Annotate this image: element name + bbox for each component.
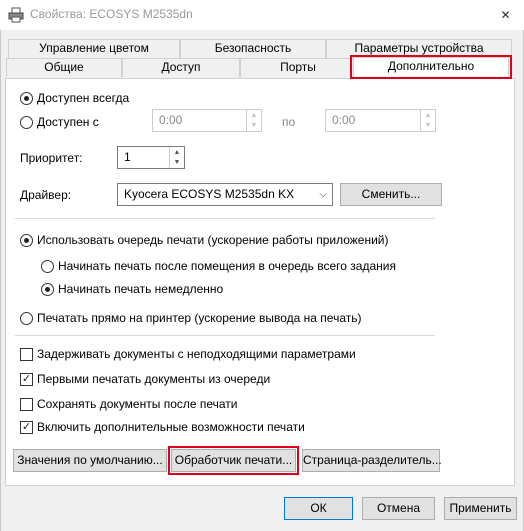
print-spooled-first-label: Первыми печатать документы из очереди: [37, 372, 271, 386]
use-queue-radio[interactable]: [20, 234, 33, 247]
tab-label: Доступ: [161, 60, 201, 74]
ok-button[interactable]: ОК: [284, 497, 353, 520]
start-immediately-radio[interactable]: [41, 283, 54, 296]
available-always-radio[interactable]: [20, 92, 33, 105]
to-time-spinner[interactable]: ▲ ▼: [420, 110, 435, 131]
tab-general[interactable]: Общие: [6, 58, 122, 77]
hold-mismatched-checkbox[interactable]: [20, 348, 33, 361]
available-to-label: по: [282, 115, 296, 129]
printer-icon: [8, 7, 24, 23]
tab-label: Параметры устройства: [354, 41, 484, 55]
keep-printed-checkbox[interactable]: [20, 398, 33, 411]
separator-page-label: Страница-разделитель...: [303, 453, 442, 467]
keep-printed-label: Сохранять документы после печати: [37, 397, 238, 411]
driver-select[interactable]: Kyocera ECOSYS M2535dn KX ⌵: [117, 183, 333, 206]
printing-defaults-button[interactable]: Значения по умолчанию...: [13, 449, 167, 472]
print-processor-button[interactable]: Обработчик печати...: [171, 449, 296, 472]
driver-label: Драйвер:: [20, 188, 72, 202]
cancel-label: Отмена: [376, 501, 421, 515]
tab-sharing[interactable]: Доступ: [122, 58, 240, 77]
tab-label: Дополнительно: [387, 59, 475, 73]
print-direct-label: Печатать прямо на принтер (ускорение выв…: [37, 311, 362, 325]
separator: [15, 335, 435, 336]
available-from-radio[interactable]: [20, 116, 33, 129]
checkmark-icon: ✓: [21, 421, 32, 433]
separator: [15, 218, 435, 219]
change-driver-button[interactable]: Сменить...: [340, 183, 442, 206]
printing-defaults-label: Значения по умолчанию...: [17, 453, 163, 467]
driver-value: Kyocera ECOSYS M2535dn KX: [124, 187, 295, 201]
priority-spinner[interactable]: ▲ ▼: [169, 147, 184, 168]
separator-page-button[interactable]: Страница-разделитель...: [302, 449, 442, 472]
close-button[interactable]: ✕: [487, 0, 524, 30]
priority-value: 1: [124, 150, 131, 164]
available-always-label: Доступен всегда: [37, 91, 130, 105]
from-time-value: 0:00: [159, 113, 183, 127]
spin-up-icon[interactable]: ▲: [247, 110, 261, 121]
chevron-down-icon: ⌵: [319, 189, 327, 200]
print-direct-radio[interactable]: [20, 312, 33, 325]
ok-label: ОК: [310, 501, 327, 515]
start-immediately-label: Начинать печать немедленно: [58, 282, 224, 296]
spin-up-icon[interactable]: ▲: [170, 147, 184, 158]
tab-device-settings[interactable]: Параметры устройства: [326, 39, 512, 58]
cancel-button[interactable]: Отмена: [362, 497, 435, 520]
checkmark-icon: ✓: [21, 373, 32, 385]
title-bar: Свойства: ECOSYS M2535dn ✕: [0, 0, 524, 30]
spin-up-icon[interactable]: ▲: [421, 110, 435, 121]
print-processor-label: Обработчик печати...: [174, 453, 293, 467]
tab-label: Порты: [280, 60, 316, 74]
use-queue-label: Использовать очередь печати (ускорение р…: [37, 233, 389, 247]
spin-down-icon[interactable]: ▼: [247, 121, 261, 132]
priority-label: Приоритет:: [20, 151, 83, 165]
available-from-label: Доступен с: [37, 115, 99, 129]
spin-down-icon[interactable]: ▼: [170, 158, 184, 169]
start-after-last-page-radio[interactable]: [41, 260, 54, 273]
hold-mismatched-label: Задерживать документы с неподходящими па…: [37, 347, 356, 361]
from-time-spinner[interactable]: ▲ ▼: [246, 110, 261, 131]
tab-security[interactable]: Безопасность: [180, 39, 326, 58]
tab-advanced[interactable]: Дополнительно: [353, 57, 509, 78]
apply-button[interactable]: Применить: [444, 497, 517, 520]
tab-color-management[interactable]: Управление цветом: [8, 39, 180, 58]
advanced-features-checkbox[interactable]: ✓: [20, 421, 33, 434]
spin-down-icon[interactable]: ▼: [421, 121, 435, 132]
change-driver-label: Сменить...: [361, 187, 421, 201]
start-after-last-page-label: Начинать печать после помещения в очеред…: [58, 259, 396, 273]
print-spooled-first-checkbox[interactable]: ✓: [20, 373, 33, 386]
close-icon: ✕: [500, 8, 511, 22]
tab-label: Безопасность: [214, 41, 292, 55]
tab-label: Общие: [44, 60, 84, 74]
window-title: Свойства: ECOSYS M2535dn: [30, 7, 193, 21]
tab-ports[interactable]: Порты: [240, 58, 356, 77]
advanced-features-label: Включить дополнительные возможности печа…: [37, 420, 305, 434]
tab-label: Управление цветом: [39, 41, 149, 55]
apply-label: Применить: [449, 501, 512, 515]
to-time-value: 0:00: [332, 113, 356, 127]
